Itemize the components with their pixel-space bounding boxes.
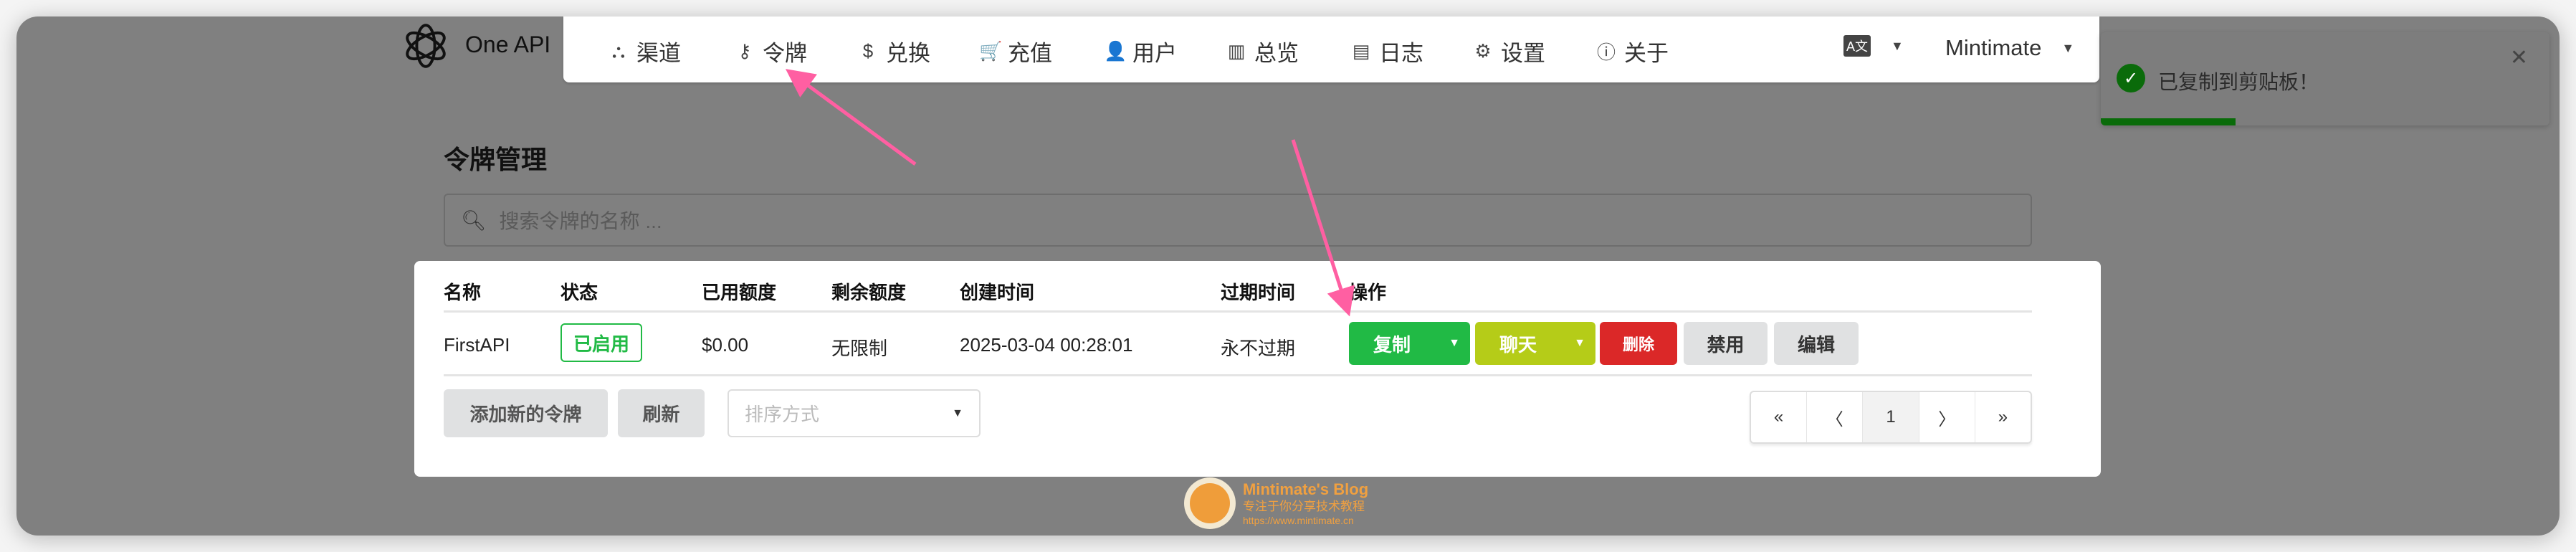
chat-label: 聊天 — [1499, 333, 1537, 356]
nav-tokens[interactable]: ⚷ 令牌 — [734, 35, 807, 67]
add-token-button[interactable]: 添加新的令牌 — [444, 389, 608, 437]
chat-button[interactable]: 聊天 ▼ — [1475, 322, 1595, 365]
language-icon: A文 — [1843, 35, 1871, 57]
sort-placeholder: 排序方式 — [745, 404, 820, 425]
copy-label: 复制 — [1373, 333, 1411, 356]
token-table-card: 名称 状态 已用额度 剩余额度 创建时间 过期时间 操作 FirstAPI 已启… — [414, 261, 2101, 477]
nav-topup[interactable]: 🛒 充值 — [979, 35, 1052, 67]
close-icon[interactable]: ✕ — [2510, 45, 2528, 70]
last-page-button[interactable]: » — [1975, 392, 2031, 442]
page-title: 令牌管理 — [444, 145, 548, 174]
column-header[interactable]: 过期时间 — [1221, 278, 1295, 305]
pagination: « 〈 1 〉 » — [1750, 391, 2032, 444]
toast-message: 已复制到剪贴板！ — [2158, 71, 2319, 93]
user-dropdown[interactable]: Mintimate ▼ — [1945, 35, 2074, 61]
created-time: 2025-03-04 00:28:01 — [960, 334, 1133, 356]
nav-label: 令牌 — [763, 41, 807, 66]
column-header[interactable]: 创建时间 — [960, 278, 1034, 305]
delete-button[interactable]: 删除 — [1600, 322, 1677, 365]
dollar-icon: $ — [862, 40, 874, 62]
nav-users[interactable]: 👤 用户 — [1104, 35, 1177, 67]
next-page-button[interactable]: 〉 — [1919, 392, 1975, 442]
prev-page-button[interactable]: 〈 — [1807, 392, 1864, 442]
toast-progress-bar — [2101, 118, 2236, 125]
divider — [444, 374, 2032, 376]
watermark-title: Mintimate's Blog — [1243, 480, 1369, 498]
refresh-button[interactable]: 刷新 — [618, 389, 705, 437]
gear-icon: ⚙ — [1474, 40, 1492, 62]
token-name: FirstAPI — [444, 334, 510, 356]
copy-button[interactable]: 复制 ▼ — [1349, 322, 1470, 365]
nav-dashboard[interactable]: ▥ 总览 — [1226, 35, 1299, 67]
book-icon: ▤ — [1352, 40, 1370, 62]
column-header[interactable]: 已用额度 — [702, 278, 776, 305]
nav-label: 充值 — [1008, 41, 1052, 66]
chevron-down-icon[interactable]: ▼ — [1449, 337, 1460, 350]
nav-logs[interactable]: ▤ 日志 — [1350, 35, 1423, 67]
nav-label: 关于 — [1624, 41, 1669, 66]
nav-label: 总览 — [1254, 41, 1299, 66]
watermark-url: https://www.mintimate.cn — [1243, 514, 1354, 526]
first-page-button[interactable]: « — [1751, 392, 1808, 442]
nav-channels[interactable]: ⛬ 渠道 — [608, 35, 681, 67]
nav-settings[interactable]: ⚙ 设置 — [1472, 35, 1545, 67]
remaining-quota: 无限制 — [831, 338, 888, 359]
divider — [444, 310, 2032, 313]
cart-icon: 🛒 — [979, 40, 1003, 62]
openai-logo-icon — [406, 24, 446, 68]
check-circle-icon: ✓ — [2117, 64, 2145, 92]
language-dropdown[interactable]: A文 ▼ — [1843, 35, 1904, 57]
column-header[interactable]: 状态 — [560, 278, 598, 305]
column-header[interactable]: 剩余额度 — [831, 278, 906, 305]
search-placeholder: 搜索令牌的名称 ... — [499, 210, 662, 232]
key-icon: ⚷ — [738, 40, 752, 62]
sitemap-icon: ⛬ — [611, 39, 626, 62]
chevron-down-icon: ▼ — [2061, 40, 2075, 55]
used-quota: $0.00 — [702, 334, 749, 356]
user-icon: 👤 — [1104, 40, 1127, 62]
expire-time: 永不过期 — [1221, 338, 1296, 359]
search-icon: 🔍︎ — [461, 209, 487, 232]
nav-label: 兑换 — [886, 41, 930, 66]
status-badge: 已启用 — [560, 323, 642, 362]
page-1-button[interactable]: 1 — [1863, 392, 1919, 442]
toast-notification: ✓ 已复制到剪贴板！ ✕ — [2101, 32, 2549, 125]
watermark-subtitle: 专注于你分享技术教程 — [1243, 500, 1365, 514]
watermark: Mintimate's Blog 专注于你分享技术教程 https://www.… — [1184, 477, 1368, 529]
nav-label: 日志 — [1379, 41, 1423, 66]
chevron-down-icon: ▼ — [1891, 38, 1904, 53]
chart-icon: ▥ — [1227, 40, 1246, 62]
column-header: 操作 — [1349, 282, 1387, 303]
search-input[interactable]: 🔍︎ 搜索令牌的名称 ... — [444, 194, 2032, 247]
column-header[interactable]: 名称 — [444, 278, 481, 305]
sort-select[interactable]: 排序方式 ▼ — [728, 389, 981, 437]
watermark-logo-icon — [1184, 477, 1236, 529]
nav-redeem[interactable]: $ 兑换 — [857, 35, 930, 67]
nav-label: 渠道 — [636, 41, 681, 66]
nav-about[interactable]: ⓘ 关于 — [1595, 35, 1669, 67]
edit-button[interactable]: 编辑 — [1774, 322, 1859, 365]
top-nav: ⛬ 渠道 ⚷ 令牌 $ 兑换 🛒 充值 👤 用户 ▥ 总览 ▤ 日志 ⚙ 设置 ⓘ 关于 A文 ▼ … — [563, 16, 2099, 82]
brand-name[interactable]: One API — [465, 32, 550, 58]
user-name: Mintimate — [1945, 35, 2042, 60]
chevron-down-icon: ▼ — [952, 406, 963, 419]
disable-button[interactable]: 禁用 — [1684, 322, 1768, 365]
info-icon: ⓘ — [1596, 42, 1616, 63]
nav-label: 用户 — [1132, 41, 1177, 66]
chevron-down-icon[interactable]: ▼ — [1574, 337, 1585, 350]
nav-label: 设置 — [1501, 41, 1545, 66]
